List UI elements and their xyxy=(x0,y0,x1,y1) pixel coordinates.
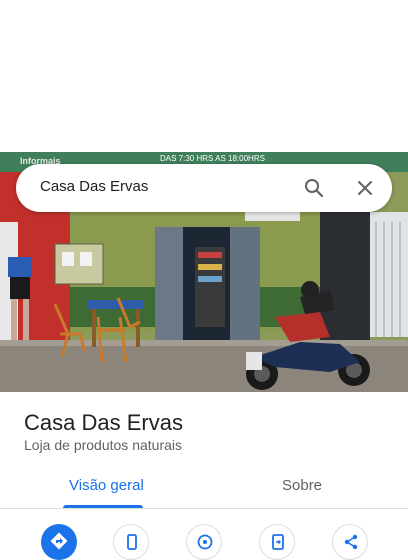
tabs-divider xyxy=(0,508,408,509)
directions-button[interactable] xyxy=(41,524,77,560)
share-icon xyxy=(344,534,358,550)
search-icon[interactable] xyxy=(302,176,326,200)
directions-icon xyxy=(50,532,68,550)
call-button[interactable] xyxy=(113,524,149,560)
tab-overview[interactable]: Visão geral xyxy=(69,477,144,494)
nearby-button[interactable] xyxy=(186,524,222,560)
send-to-phone-button[interactable] xyxy=(259,524,295,560)
phone-icon xyxy=(127,534,137,550)
place-category[interactable]: Loja de produtos naturais xyxy=(24,437,182,453)
search-query-text[interactable]: Casa Das Ervas xyxy=(40,178,148,195)
send-to-phone-icon xyxy=(272,534,284,550)
place-title: Casa Das Ervas xyxy=(24,410,183,435)
tab-about[interactable]: Sobre xyxy=(282,477,322,494)
sign-hours-text: DAS 7:30 HRS AS 18:00HRS xyxy=(160,154,265,163)
close-icon[interactable] xyxy=(353,176,377,200)
search-bar[interactable]: Casa Das Ervas xyxy=(16,164,392,212)
share-button[interactable] xyxy=(332,524,368,560)
nearby-icon xyxy=(197,534,213,550)
